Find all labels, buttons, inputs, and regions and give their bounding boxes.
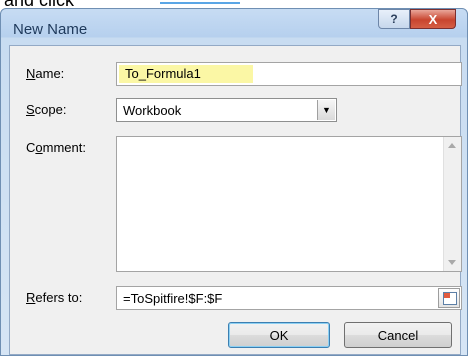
- comment-label: Comment:: [26, 140, 86, 155]
- new-name-dialog: New Name ? X Name: To_Formula1 Scope: Wo…: [0, 8, 468, 356]
- range-highlight-mark: [444, 293, 450, 298]
- refers-to-label: Refers to:: [26, 290, 83, 305]
- collapse-dialog-button[interactable]: [438, 288, 460, 308]
- refers-to-input[interactable]: =ToSpitfire!$F:$F: [116, 286, 462, 310]
- dropdown-arrow-button[interactable]: ▼: [317, 100, 335, 120]
- cancel-button[interactable]: Cancel: [344, 322, 452, 348]
- comment-scrollbar[interactable]: [443, 137, 461, 271]
- instruction-link-underline: [160, 0, 240, 4]
- help-icon: ?: [390, 12, 398, 26]
- dialog-body: Name: To_Formula1 Scope: Workbook ▼ Comm…: [9, 45, 462, 355]
- scroll-down-icon[interactable]: [448, 260, 456, 265]
- comment-textarea[interactable]: [116, 136, 462, 272]
- scroll-up-icon[interactable]: [448, 143, 456, 148]
- name-value: To_Formula1: [125, 66, 201, 81]
- scope-value: Workbook: [123, 103, 182, 118]
- ok-button-label: OK: [269, 327, 289, 343]
- name-label: Name:: [26, 66, 65, 81]
- scope-label: Scope:: [26, 102, 67, 117]
- close-icon: X: [428, 11, 438, 27]
- scope-dropdown[interactable]: Workbook ▼: [116, 98, 337, 122]
- name-input[interactable]: To_Formula1: [116, 62, 462, 86]
- chevron-down-icon: ▼: [322, 105, 331, 115]
- cancel-button-label: Cancel: [377, 327, 419, 343]
- dialog-title: New Name: [13, 21, 88, 38]
- close-button[interactable]: X: [410, 9, 456, 29]
- help-button[interactable]: ?: [378, 9, 410, 29]
- ok-button[interactable]: OK: [228, 322, 330, 348]
- refers-to-value: =ToSpitfire!$F:$F: [123, 291, 223, 306]
